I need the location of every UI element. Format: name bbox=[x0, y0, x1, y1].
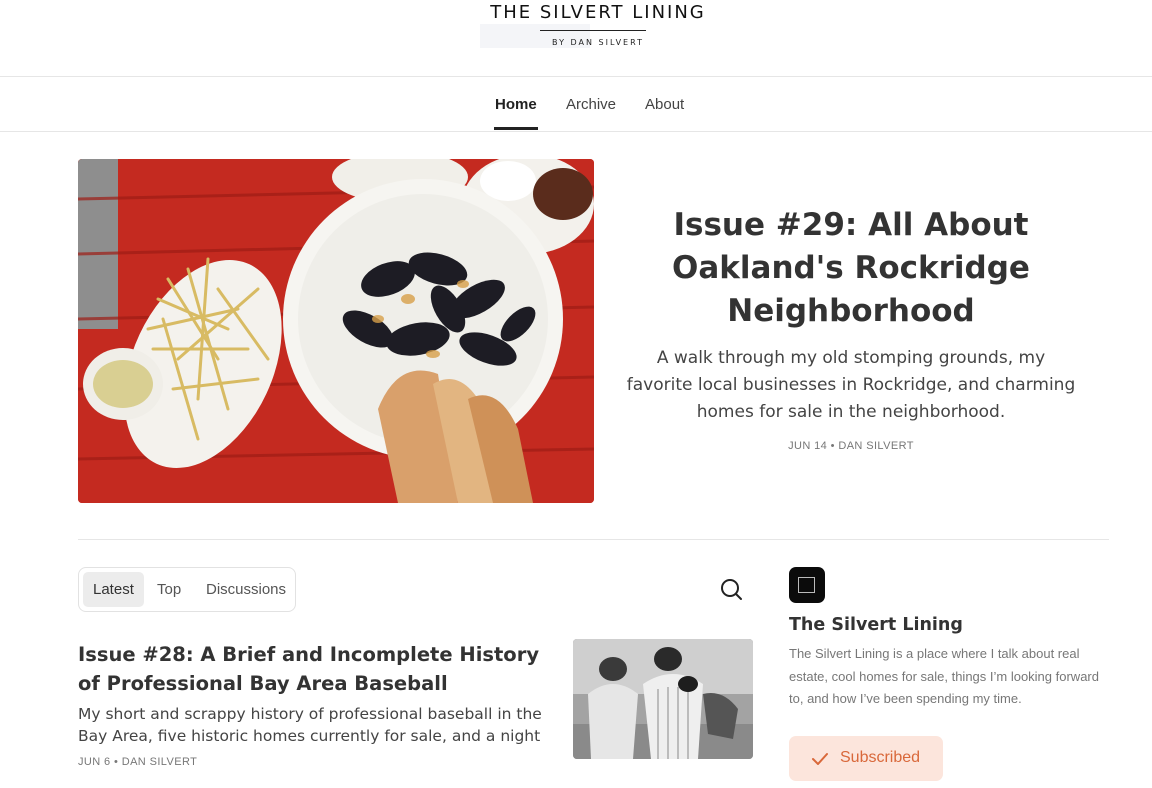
top-nav: Home Archive About bbox=[0, 77, 1152, 132]
publication-name: THE SILVERT LINING bbox=[490, 2, 706, 23]
post-subtitle[interactable]: My short and scrappy history of professi… bbox=[78, 703, 556, 747]
sidebar-description: The Silvert Lining is a place where I ta… bbox=[789, 646, 1099, 706]
hero-title[interactable]: Issue #29: All About Oakland's Rockridge… bbox=[620, 204, 1082, 333]
publication-logo[interactable]: THE SILVERT LINING BY DAN SILVERT bbox=[478, 0, 718, 52]
post-thumbnail[interactable] bbox=[573, 639, 753, 759]
masthead: THE SILVERT LINING BY DAN SILVERT bbox=[0, 0, 1152, 77]
nav-active-indicator bbox=[494, 127, 538, 130]
hero-image[interactable] bbox=[78, 159, 594, 503]
logo-rule bbox=[540, 30, 646, 31]
nav-about[interactable]: About bbox=[645, 96, 684, 113]
nav-archive[interactable]: Archive bbox=[566, 96, 616, 113]
post-meta: JUN 6 • DAN SILVERT bbox=[78, 756, 198, 768]
tab-top[interactable]: Top bbox=[147, 572, 191, 607]
feed-tabs: Latest Top Discussions bbox=[78, 567, 296, 612]
search-button[interactable] bbox=[716, 574, 746, 604]
subscribed-button[interactable]: Subscribed bbox=[789, 736, 943, 781]
mussels-and-fries-photo bbox=[78, 159, 594, 503]
sidebar-title[interactable]: The Silvert Lining bbox=[789, 615, 963, 635]
publication-avatar[interactable] bbox=[789, 567, 825, 603]
avatar-mark bbox=[798, 577, 815, 593]
nav-home[interactable]: Home bbox=[495, 96, 537, 113]
hero-post: Issue #29: All About Oakland's Rockridge… bbox=[620, 204, 1082, 452]
hero-subtitle[interactable]: A walk through my old stomping grounds, … bbox=[620, 345, 1082, 426]
post-title[interactable]: Issue #28: A Brief and Incomplete Histor… bbox=[78, 640, 558, 698]
section-divider bbox=[78, 539, 1109, 540]
tab-discussions[interactable]: Discussions bbox=[196, 572, 296, 607]
search-icon bbox=[721, 579, 742, 600]
hero-meta: JUN 14 • DAN SILVERT bbox=[788, 440, 914, 452]
subscribed-label: Subscribed bbox=[840, 749, 921, 766]
vintage-baseball-photo bbox=[573, 639, 753, 759]
tab-latest[interactable]: Latest bbox=[83, 572, 144, 607]
check-icon bbox=[812, 753, 828, 765]
publication-byline: BY DAN SILVERT bbox=[552, 38, 644, 47]
